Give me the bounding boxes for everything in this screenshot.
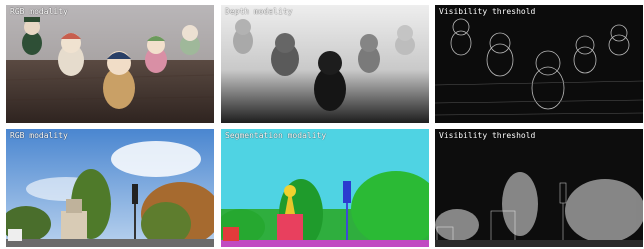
panel-label: RGB modality <box>10 131 68 140</box>
depth-image <box>221 5 429 123</box>
panel-rgb-toys: RGB modality <box>6 5 214 123</box>
panel-label: Visibility threshold <box>439 7 536 16</box>
panel-depth: Depth modality <box>221 5 429 123</box>
panel-segmentation: Segmentation modality <box>221 129 429 247</box>
visibility-street-image <box>435 129 643 247</box>
rgb-street-image <box>6 129 214 247</box>
panel-label: Depth modality <box>225 7 293 16</box>
rgb-toys-image <box>6 5 214 123</box>
panel-rgb-street: RGB modality <box>6 129 214 247</box>
panel-label: Visibility threshold <box>439 131 536 140</box>
visibility-toys-image <box>435 5 643 123</box>
panel-label: Segmentation modality <box>225 131 327 140</box>
panel-visibility-street: Visibility threshold <box>435 129 643 247</box>
panel-visibility-toys: Visibility threshold <box>435 5 643 123</box>
panel-label: RGB modality <box>10 7 68 16</box>
figure-grid: RGB modality Depth modality Visibility t… <box>0 0 644 249</box>
segmentation-image <box>221 129 429 247</box>
